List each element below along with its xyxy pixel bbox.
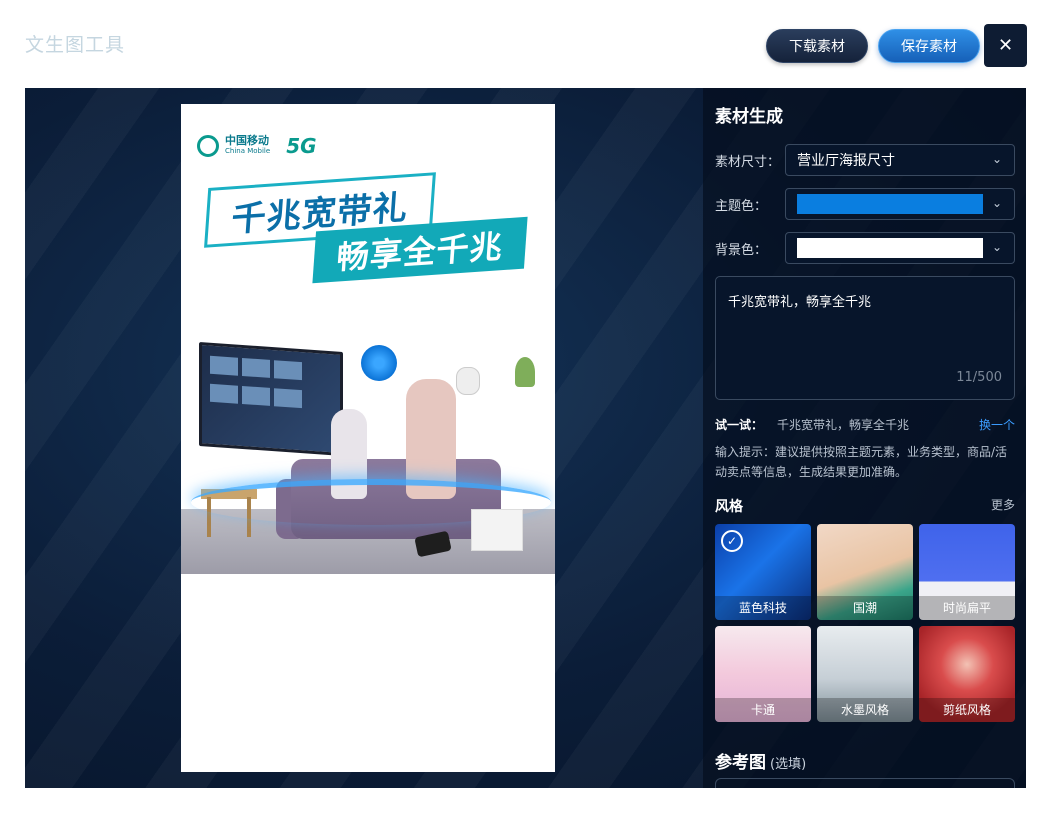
reference-optional: (选填) — [770, 757, 807, 772]
swap-suggestion-link[interactable]: 换一个 — [979, 416, 1015, 433]
style-card-label: 时尚扁平 — [919, 596, 1015, 620]
close-icon[interactable]: ✕ — [984, 24, 1027, 67]
size-row: 素材尺寸： 营业厅海报尺寸 ⌄ — [715, 144, 1015, 176]
theme-color-select[interactable]: ⌄ — [785, 188, 1015, 220]
style-more-link[interactable]: 更多 — [991, 496, 1015, 516]
brand-logo: 中国移动 China Mobile 5G — [197, 134, 317, 158]
prompt-char-count: 11/500 — [956, 370, 1002, 385]
headline-2: 畅享全千兆 — [335, 227, 505, 277]
style-card-label: 蓝色科技 — [715, 596, 811, 620]
selected-check-icon: ✓ — [721, 530, 743, 552]
top-actions: 下载素材 保存素材 ✕ — [766, 24, 1027, 67]
wifi-icon — [361, 345, 397, 381]
style-card-guochao[interactable]: 国潮 — [817, 524, 913, 620]
tv-illustration — [199, 341, 343, 457]
bg-color-select[interactable]: ⌄ — [785, 232, 1015, 264]
input-hint: 输入提示：建议提供按照主题元素，业务类型，商品/活动卖点等信息，生成结果更加准确… — [715, 445, 1008, 479]
poster-illustration — [181, 339, 555, 574]
size-label: 素材尺寸： — [715, 154, 781, 170]
try-label: 试一试： — [715, 418, 764, 432]
app-title: 文生图工具 — [25, 34, 126, 56]
style-card-label: 国潮 — [817, 596, 913, 620]
plant-illustration — [515, 357, 535, 387]
camera-illustration — [456, 367, 480, 395]
theme-color-swatch — [797, 194, 983, 214]
style-grid: ✓ 蓝色科技 国潮 时尚扁平 卡通 水墨风格 剪纸风格 — [715, 524, 1015, 722]
download-button[interactable]: 下载素材 — [766, 28, 868, 63]
workspace: 中国移动 China Mobile 5G 千兆宽带礼 畅享全千兆 素材生成 素材… — [25, 88, 1026, 788]
poster-preview: 中国移动 China Mobile 5G 千兆宽带礼 畅享全千兆 — [181, 104, 555, 772]
size-select[interactable]: 营业厅海报尺寸 ⌄ — [785, 144, 1015, 176]
reference-title: 参考图 — [715, 753, 766, 773]
chevron-down-icon: ⌄ — [992, 196, 1003, 210]
style-card-label: 卡通 — [715, 698, 811, 722]
style-card-blue-tech[interactable]: ✓ 蓝色科技 — [715, 524, 811, 620]
chevron-down-icon: ⌄ — [992, 240, 1003, 254]
style-card-cartoon[interactable]: 卡通 — [715, 626, 811, 722]
router-illustration — [471, 509, 523, 551]
style-header: 风格 更多 — [715, 496, 1015, 516]
style-card-flat[interactable]: 时尚扁平 — [919, 524, 1015, 620]
chevron-down-icon: ⌄ — [992, 152, 1003, 166]
try-row: 试一试： 千兆宽带礼，畅享全千兆 换一个 — [715, 416, 1015, 433]
style-card-label: 剪纸风格 — [919, 698, 1015, 722]
theme-color-row: 主题色： ⌄ — [715, 188, 1015, 220]
bg-color-swatch — [797, 238, 983, 258]
bg-color-row: 背景色： ⌄ — [715, 232, 1015, 264]
bg-color-label: 背景色： — [715, 242, 768, 258]
brand-name: 中国移动 — [225, 134, 269, 147]
try-suggestion[interactable]: 千兆宽带礼，畅享全千兆 — [777, 416, 909, 433]
style-title: 风格 — [715, 499, 743, 515]
generation-panel: 素材生成 素材尺寸： 营业厅海报尺寸 ⌄ 主题色： ⌄ 背景色： ⌄ 千兆宽带礼… — [703, 88, 1026, 788]
brand-sub: China Mobile — [225, 147, 271, 155]
prompt-textarea[interactable]: 千兆宽带礼，畅享全千兆 11/500 — [715, 276, 1015, 400]
theme-color-label: 主题色： — [715, 198, 768, 214]
style-card-ink[interactable]: 水墨风格 — [817, 626, 913, 722]
panel-title: 素材生成 — [715, 107, 783, 127]
china-mobile-logo-icon — [197, 135, 219, 157]
reference-upload-area[interactable] — [715, 778, 1015, 788]
prompt-text: 千兆宽带礼，畅享全千兆 — [728, 295, 872, 310]
brand-5g: 5G — [286, 134, 317, 158]
save-button[interactable]: 保存素材 — [878, 28, 980, 63]
style-card-papercut[interactable]: 剪纸风格 — [919, 626, 1015, 722]
reference-header: 参考图 (选填) — [715, 748, 806, 773]
style-card-label: 水墨风格 — [817, 698, 913, 722]
size-value: 营业厅海报尺寸 — [797, 153, 895, 169]
